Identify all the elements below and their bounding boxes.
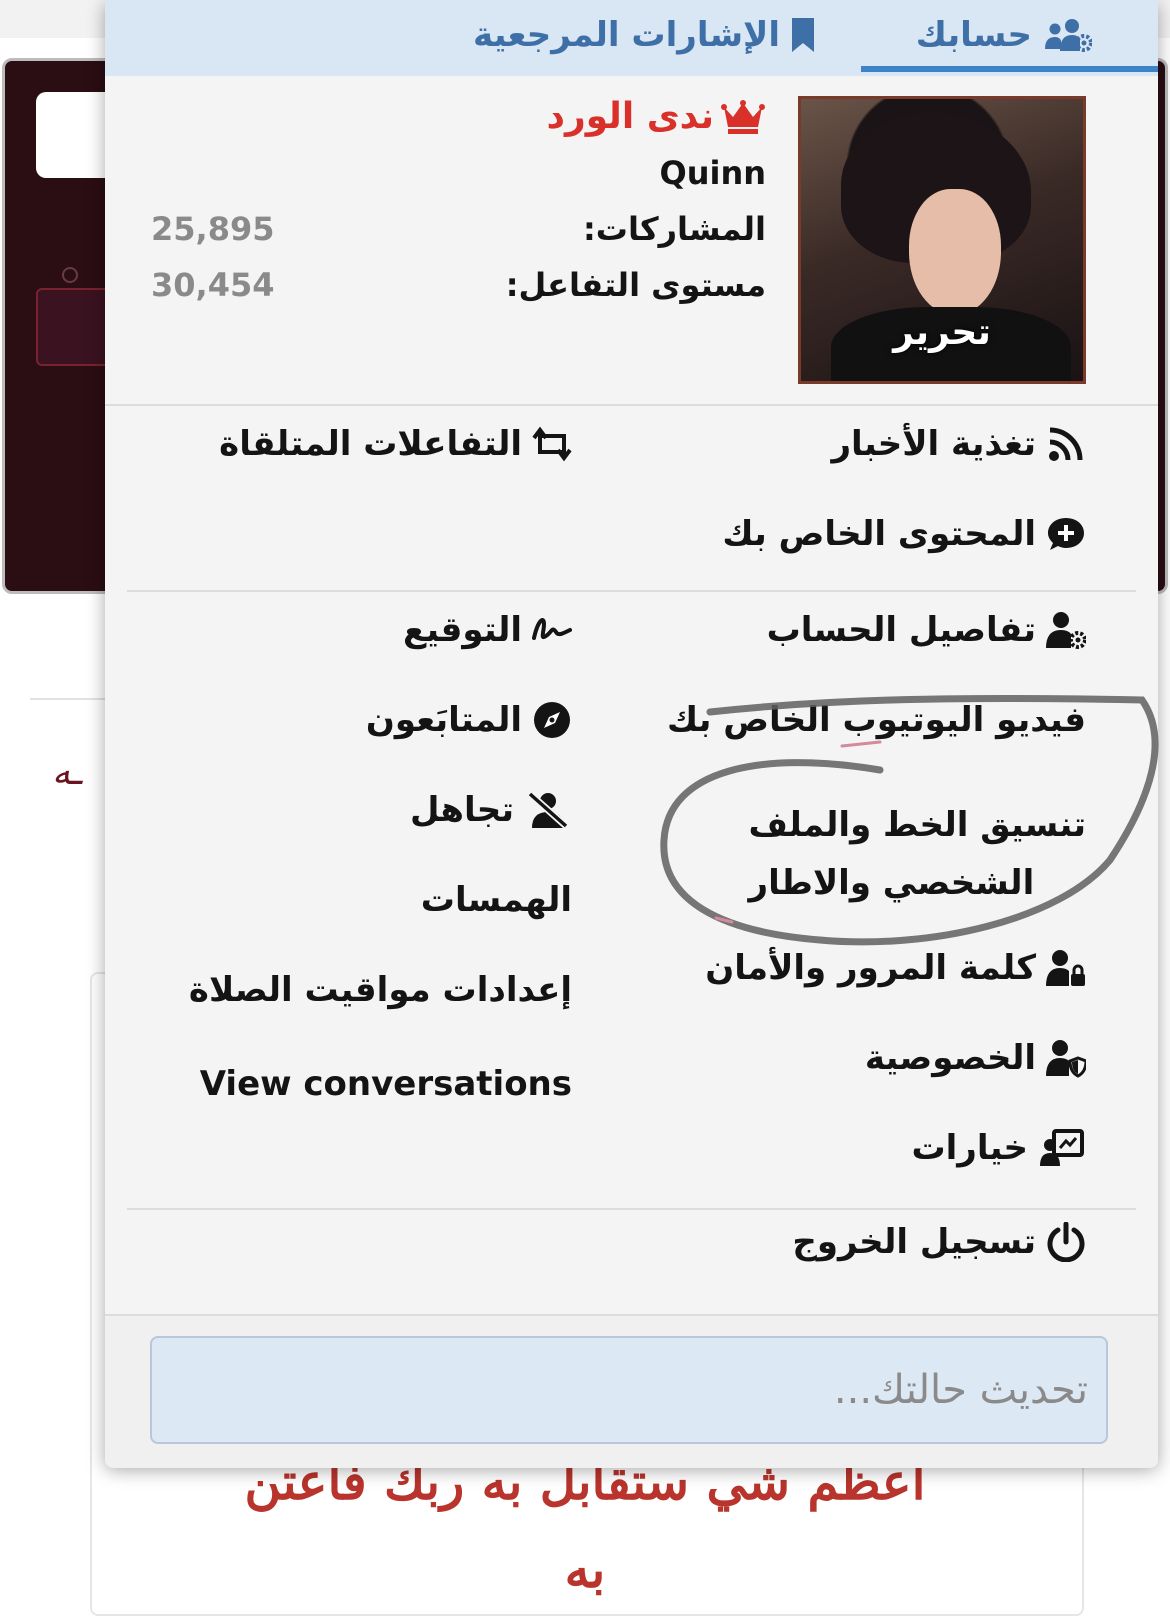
- menu-item-your-content[interactable]: المحتوى الخاص بك: [722, 514, 1086, 554]
- status-update-area: [105, 1314, 1158, 1468]
- menu-item-whispers-label: الهمسات: [420, 880, 572, 920]
- menu-item-privacy-label: الخصوصية: [864, 1038, 1036, 1078]
- menu-item-news-feed-label: تغذية الأخبار: [831, 424, 1036, 464]
- tab-bookmarks[interactable]: الإشارات المرجعية: [473, 0, 816, 70]
- reaction-score-value: 30,454: [151, 266, 275, 304]
- account-menu-popup: حسابك الإشارات المرجعية تحرير ندى الورد …: [105, 0, 1158, 1468]
- menu-item-font-profile-line2: الشخصي والاطار: [748, 863, 1035, 903]
- menu-item-youtube-video-label: فيديو اليوتيوب الخاص بك: [667, 700, 1086, 740]
- menu-item-logout-label: تسجيل الخروج: [792, 1222, 1036, 1262]
- menu-item-your-content-label: المحتوى الخاص بك: [722, 514, 1036, 554]
- posts-value: 25,895: [151, 210, 275, 248]
- menu-item-options[interactable]: خيارات: [911, 1128, 1086, 1168]
- compass-icon: [534, 702, 570, 738]
- menu-item-options-label: خيارات: [911, 1128, 1028, 1168]
- rss-icon: [1049, 427, 1083, 461]
- menu-item-signature-label: التوقيع: [403, 610, 522, 650]
- background-radio[interactable]: [62, 267, 78, 283]
- crown-icon: [721, 99, 765, 134]
- active-tab-underline: [861, 66, 1158, 72]
- comment-plus-icon: [1048, 518, 1084, 550]
- menu-item-reactions-received[interactable]: التفاعلات المتلقاة: [219, 424, 572, 464]
- menu-item-password-security-label: كلمة المرور والأمان: [705, 948, 1036, 988]
- background-side-text: ـه: [52, 752, 82, 793]
- chalkboard-user-icon: [1040, 1129, 1084, 1166]
- menu-tabs: حسابك الإشارات المرجعية: [105, 0, 1158, 76]
- menu-item-prayer-times[interactable]: إعدادات مواقيت الصلاة: [189, 970, 572, 1010]
- username-link[interactable]: ندى الورد: [547, 96, 766, 137]
- profile-section: تحرير ندى الورد Quinn المشاركات: 25,895 …: [105, 76, 1158, 406]
- menu-item-password-security[interactable]: كلمة المرور والأمان: [705, 948, 1086, 988]
- menu-item-font-profile-frame[interactable]: تنسيق الخط والملف الشخصي والاطار: [749, 796, 1087, 912]
- menu-divider-1: [127, 590, 1136, 592]
- menu-item-whispers[interactable]: الهمسات: [421, 880, 572, 920]
- user-title: Quinn: [659, 154, 766, 192]
- menu-divider-2: [127, 1208, 1136, 1210]
- users-cog-icon: [1045, 19, 1092, 52]
- menu-item-followers-label: المتابَعون: [365, 700, 522, 740]
- menu-item-account-details[interactable]: تفاصيل الحساب: [767, 610, 1086, 650]
- menu-item-youtube-video[interactable]: فيديو اليوتيوب الخاص بك: [667, 700, 1086, 740]
- menu-item-logout[interactable]: تسجيل الخروج: [792, 1222, 1086, 1262]
- quote-line-2: به: [564, 1540, 606, 1599]
- tab-account[interactable]: حسابك: [916, 0, 1092, 70]
- menu-item-reactions-received-label: التفاعلات المتلقاة: [219, 424, 522, 464]
- signature-icon: [532, 618, 572, 640]
- avatar-edit-label[interactable]: تحرير: [801, 312, 1083, 353]
- menu-item-privacy[interactable]: الخصوصية: [865, 1038, 1086, 1078]
- tab-account-label: حسابك: [915, 15, 1032, 55]
- avatar[interactable]: تحرير: [798, 96, 1086, 384]
- menu-item-prayer-times-label: إعدادات مواقيت الصلاة: [188, 970, 572, 1010]
- power-icon: [1047, 1222, 1085, 1262]
- status-update-input[interactable]: [150, 1336, 1108, 1444]
- user-slash-icon: [527, 791, 569, 829]
- menu-item-account-details-label: تفاصيل الحساب: [766, 610, 1036, 650]
- username-text: ندى الورد: [546, 96, 714, 137]
- menu-item-followers[interactable]: المتابَعون: [366, 700, 572, 740]
- menu-item-ignore[interactable]: تجاهل: [410, 790, 572, 830]
- retweet-icon: [532, 426, 572, 462]
- menu-item-font-profile-line1: تنسيق الخط والملف: [748, 805, 1087, 845]
- avatar-face: [909, 189, 1001, 315]
- menu-item-ignore-label: تجاهل: [410, 790, 514, 830]
- menu-item-signature[interactable]: التوقيع: [403, 610, 572, 650]
- user-shield-icon: [1046, 1040, 1086, 1078]
- tab-bookmarks-label: الإشارات المرجعية: [473, 15, 780, 55]
- user-cog-icon: [1046, 612, 1086, 649]
- reaction-score-label: مستوى التفاعل:: [505, 266, 766, 304]
- user-lock-icon: [1046, 950, 1085, 986]
- menu-item-news-feed[interactable]: تغذية الأخبار: [831, 424, 1086, 464]
- posts-label: المشاركات:: [582, 210, 766, 248]
- menu-item-view-conversations[interactable]: View conversations: [200, 1064, 572, 1104]
- bookmark-icon: [792, 18, 814, 52]
- menu-item-view-conversations-label: View conversations: [199, 1064, 572, 1104]
